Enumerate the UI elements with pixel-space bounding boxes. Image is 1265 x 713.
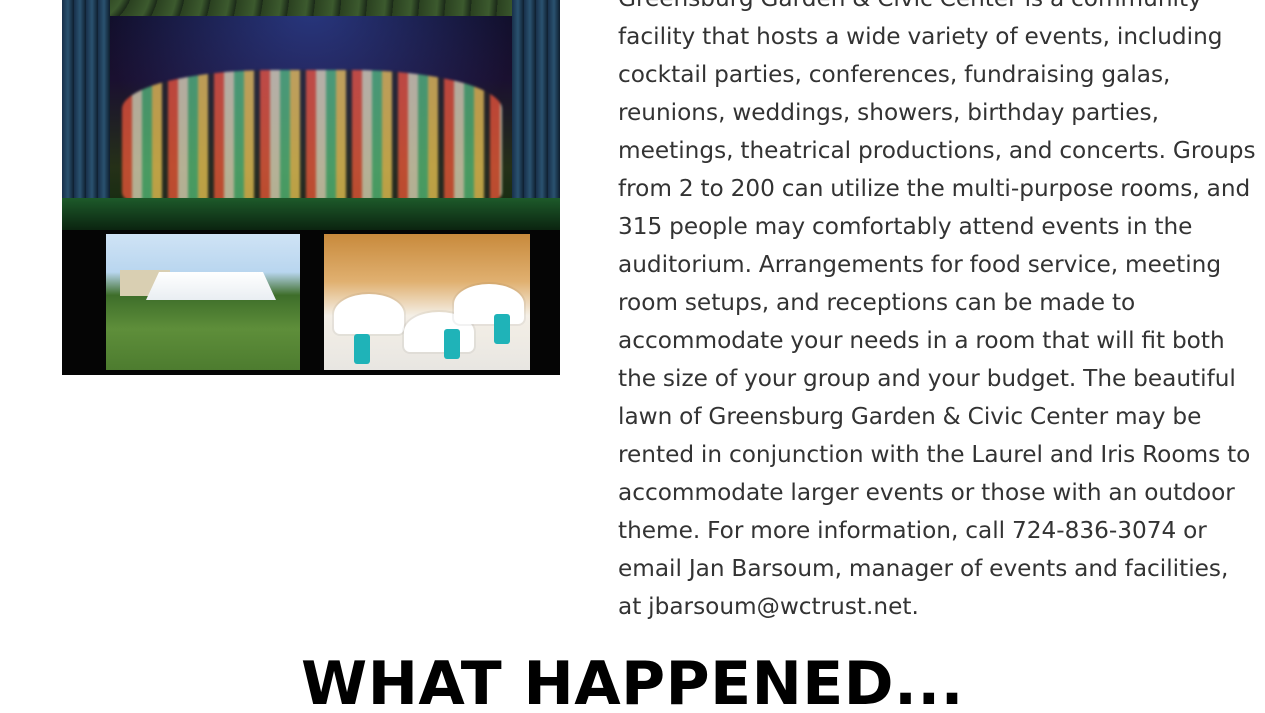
venue-description: Greensburg Garden & Civic Center is a co… [618,0,1256,620]
banquet-table [454,284,524,324]
section-heading: WHAT HAPPENED... [301,649,964,713]
banquet-room-photo [324,234,530,370]
performers-on-stage [122,70,502,200]
stage-curtain-right [512,0,560,220]
page: Greensburg Garden & Civic Center is a co… [0,0,1265,713]
lawn-tent-photo [106,234,300,370]
banquet-table [334,294,404,334]
white-tent-shape [146,272,276,300]
stage-floor [62,198,560,230]
stage-curtain-left [62,0,110,220]
banquet-chair [494,314,510,344]
theater-stage-photo [62,0,560,230]
event-photo-collage [62,0,560,375]
banquet-chair [354,334,370,364]
banquet-chair [444,329,460,359]
stage-valance [62,0,560,16]
